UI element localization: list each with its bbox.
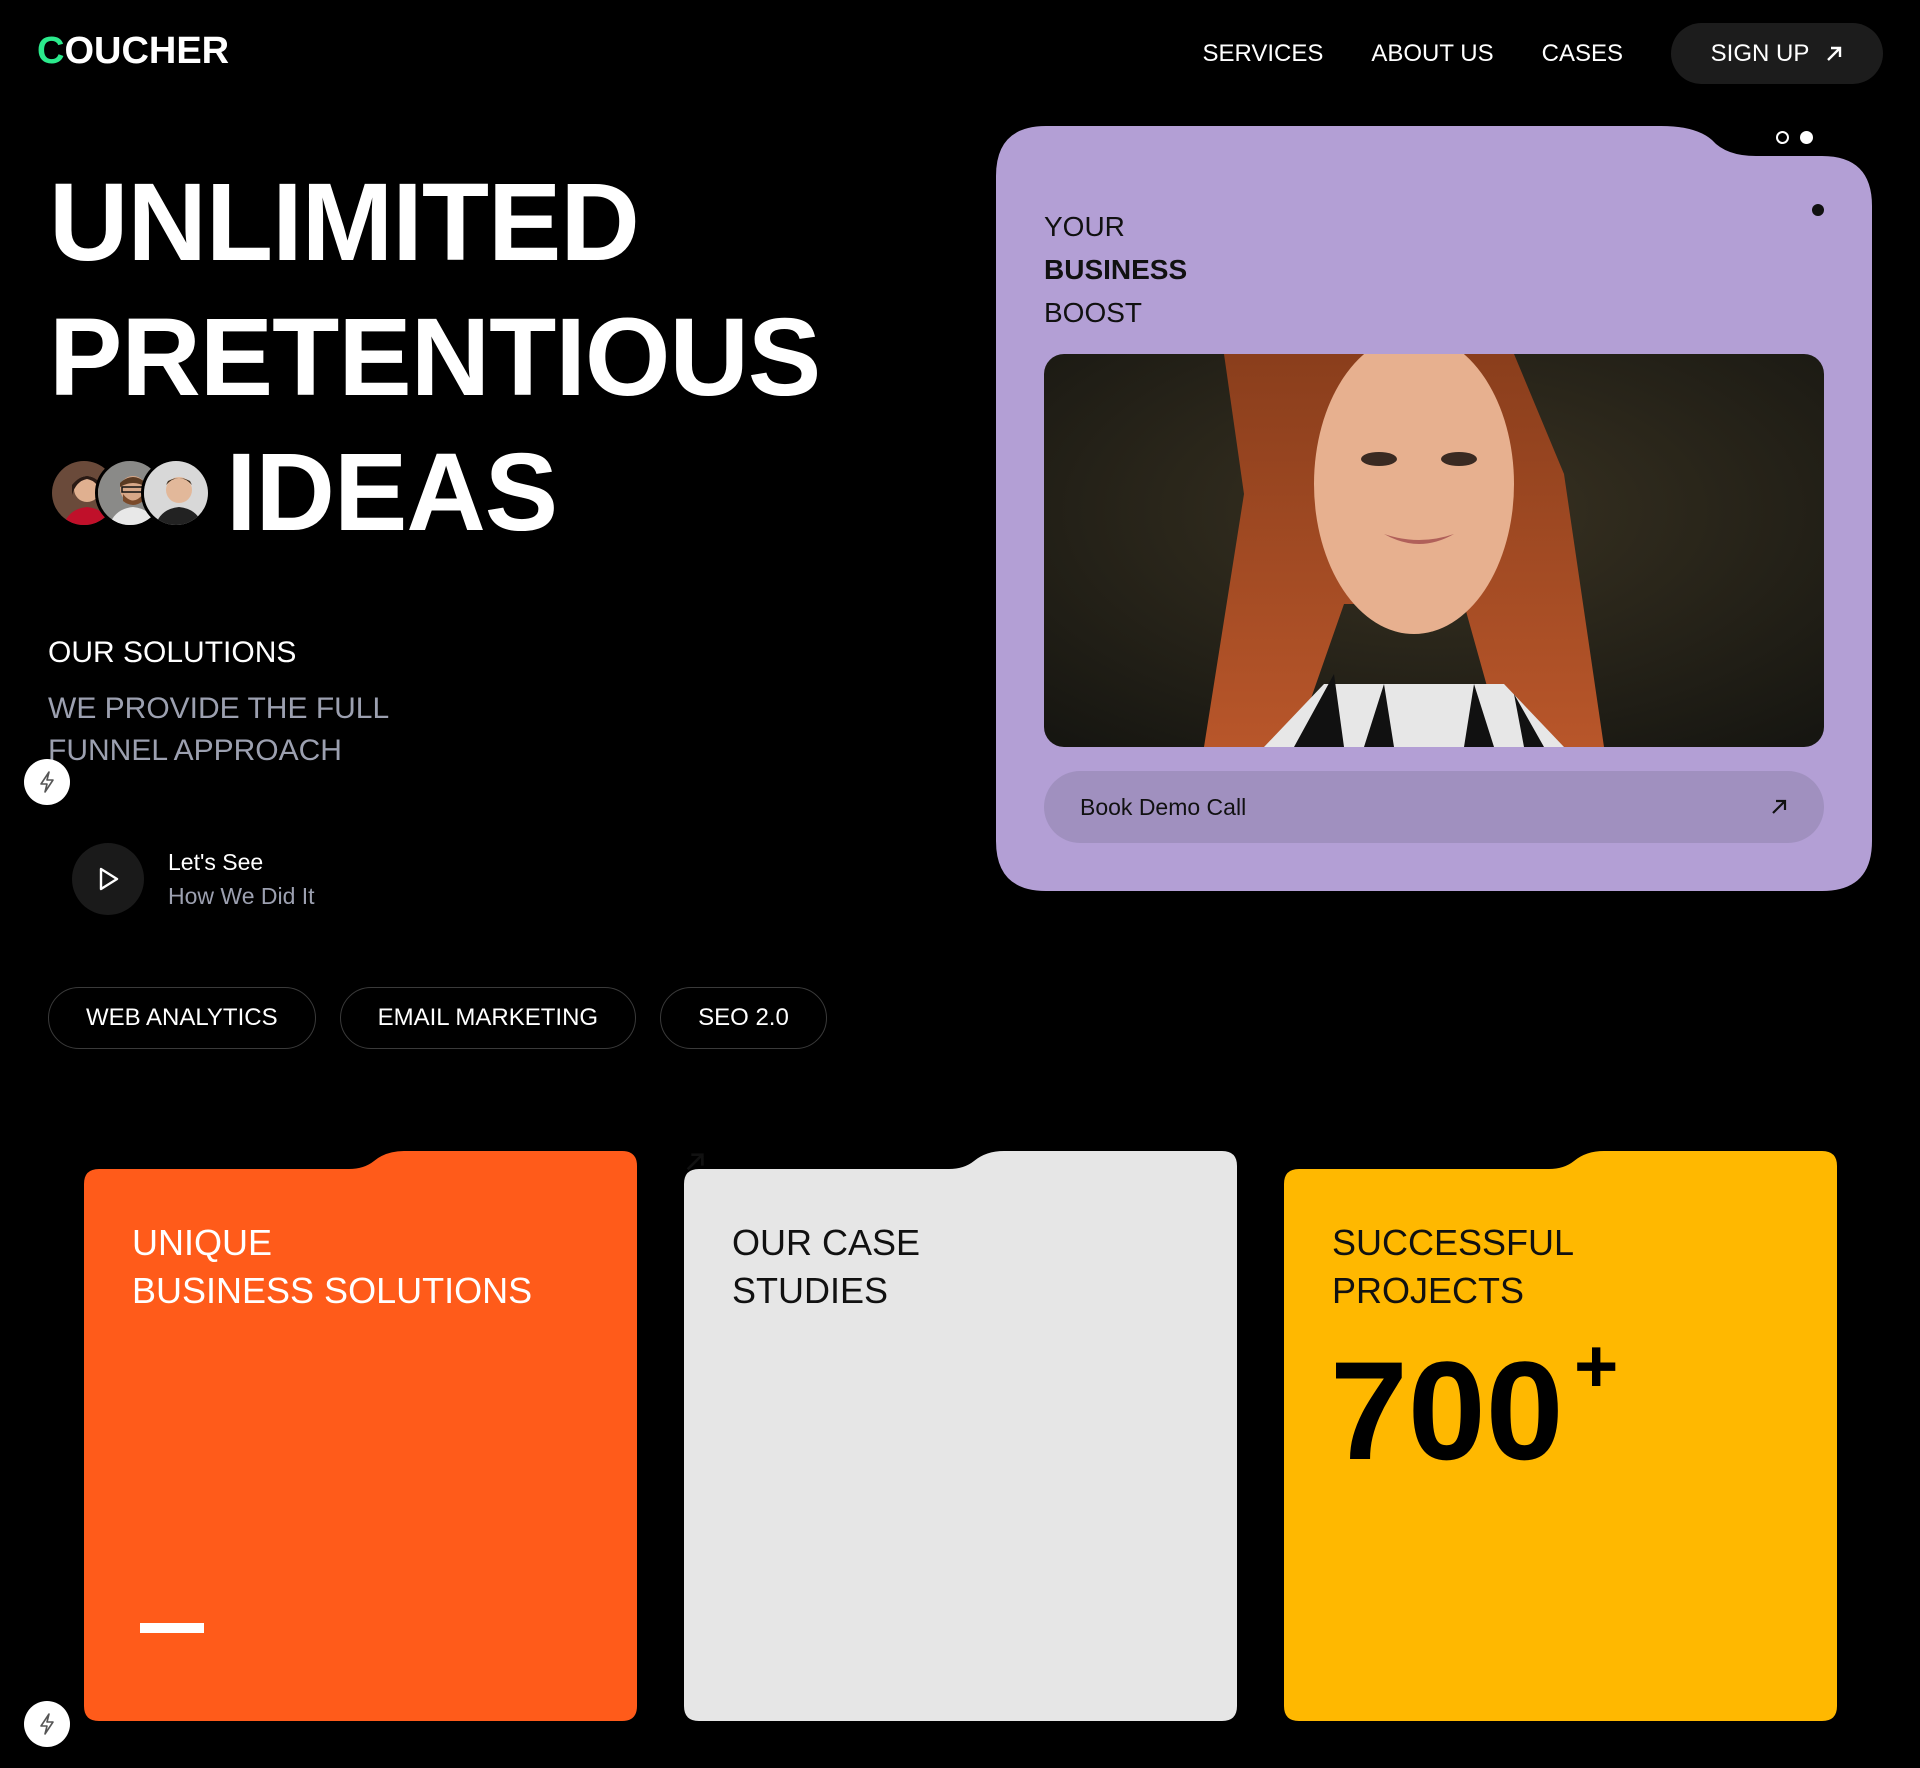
carousel-dot-active[interactable] (1800, 131, 1813, 144)
projects-count: 700 (1330, 1332, 1564, 1489)
nav-cases[interactable]: CASES (1542, 40, 1623, 68)
arrow-up-right-icon[interactable] (684, 1151, 706, 1173)
nav-services[interactable]: SERVICES (1202, 40, 1323, 68)
card-title: SUCCESSFUL PROJECTS (1332, 1219, 1574, 1315)
card-successful-projects[interactable]: SUCCESSFUL PROJECTS 700 + (1284, 1151, 1837, 1721)
dash-decoration (140, 1623, 204, 1633)
promo-title-line-1: YOUR (1044, 211, 1125, 242)
promo-title-line-2: BUSINESS (1044, 254, 1188, 285)
card-case-studies[interactable]: OUR CASE STUDIES (684, 1151, 1237, 1721)
card-dot-indicator (1812, 204, 1824, 216)
projects-count-suffix: + (1574, 1324, 1619, 1409)
card-unique-solutions[interactable]: UNIQUE BUSINESS SOLUTIONS (84, 1151, 637, 1721)
hero-line-3: IDEAS (226, 431, 558, 554)
card-title-line-1: SUCCESSFUL (1332, 1222, 1575, 1263)
promo-title: YOUR BUSINESS BOOST (1044, 205, 1187, 334)
video-cta-line-1: Let's See (168, 849, 264, 875)
book-demo-button[interactable]: Book Demo Call (1044, 771, 1824, 843)
avatar (141, 458, 211, 528)
play-icon (99, 867, 119, 891)
card-title-line-1: UNIQUE (132, 1222, 273, 1263)
card-title-line-1: OUR CASE (732, 1222, 921, 1263)
logo-accent-letter: C (37, 30, 65, 72)
sign-up-label: SIGN UP (1710, 39, 1810, 67)
hero-line-1: UNLIMITED (49, 161, 640, 284)
promo-photo (1044, 354, 1824, 747)
tag-seo[interactable]: SEO 2.0 (660, 987, 827, 1049)
service-tags: WEB ANALYTICS EMAIL MARKETING SEO 2.0 (48, 987, 827, 1049)
card-title-line-2: STUDIES (732, 1270, 889, 1311)
tag-email-marketing[interactable]: EMAIL MARKETING (339, 987, 637, 1049)
video-cta-text: Let's See How We Did It (168, 845, 315, 913)
arrow-up-right-icon (1827, 46, 1842, 61)
nav-about-us[interactable]: ABOUT US (1371, 40, 1493, 68)
video-cta-line-2: How We Did It (168, 883, 315, 909)
arrow-up-right-icon (1772, 799, 1787, 814)
book-demo-label: Book Demo Call (1080, 793, 1247, 820)
lightning-icon[interactable] (24, 1701, 70, 1747)
sign-up-button[interactable]: SIGN UP (1671, 23, 1883, 84)
top-nav: SERVICES ABOUT US CASES SIGN UP (1202, 23, 1883, 84)
tag-web-analytics[interactable]: WEB ANALYTICS (48, 987, 316, 1049)
logo-text: OUCHER (64, 30, 230, 72)
card-title: UNIQUE BUSINESS SOLUTIONS (132, 1219, 532, 1315)
promo-title-line-3: BOOST (1044, 297, 1143, 328)
solutions-title: OUR SOLUTIONS (48, 636, 297, 669)
card-title: OUR CASE STUDIES (732, 1219, 920, 1315)
carousel-dot[interactable] (1776, 131, 1789, 144)
lightning-icon[interactable] (24, 759, 70, 805)
carousel-dots (1776, 131, 1813, 144)
video-cta[interactable]: Let's See How We Did It (72, 843, 315, 915)
logo[interactable]: COUCHER (37, 30, 229, 73)
hero-line-2: PRETENTIOUS (49, 296, 821, 419)
avatar-group (49, 458, 219, 528)
play-button[interactable] (72, 843, 144, 915)
card-title-line-2: PROJECTS (1332, 1270, 1525, 1311)
card-title-line-2: BUSINESS SOLUTIONS (132, 1270, 533, 1311)
solutions-subtitle: WE PROVIDE THE FULL FUNNEL APPROACH (48, 692, 389, 767)
